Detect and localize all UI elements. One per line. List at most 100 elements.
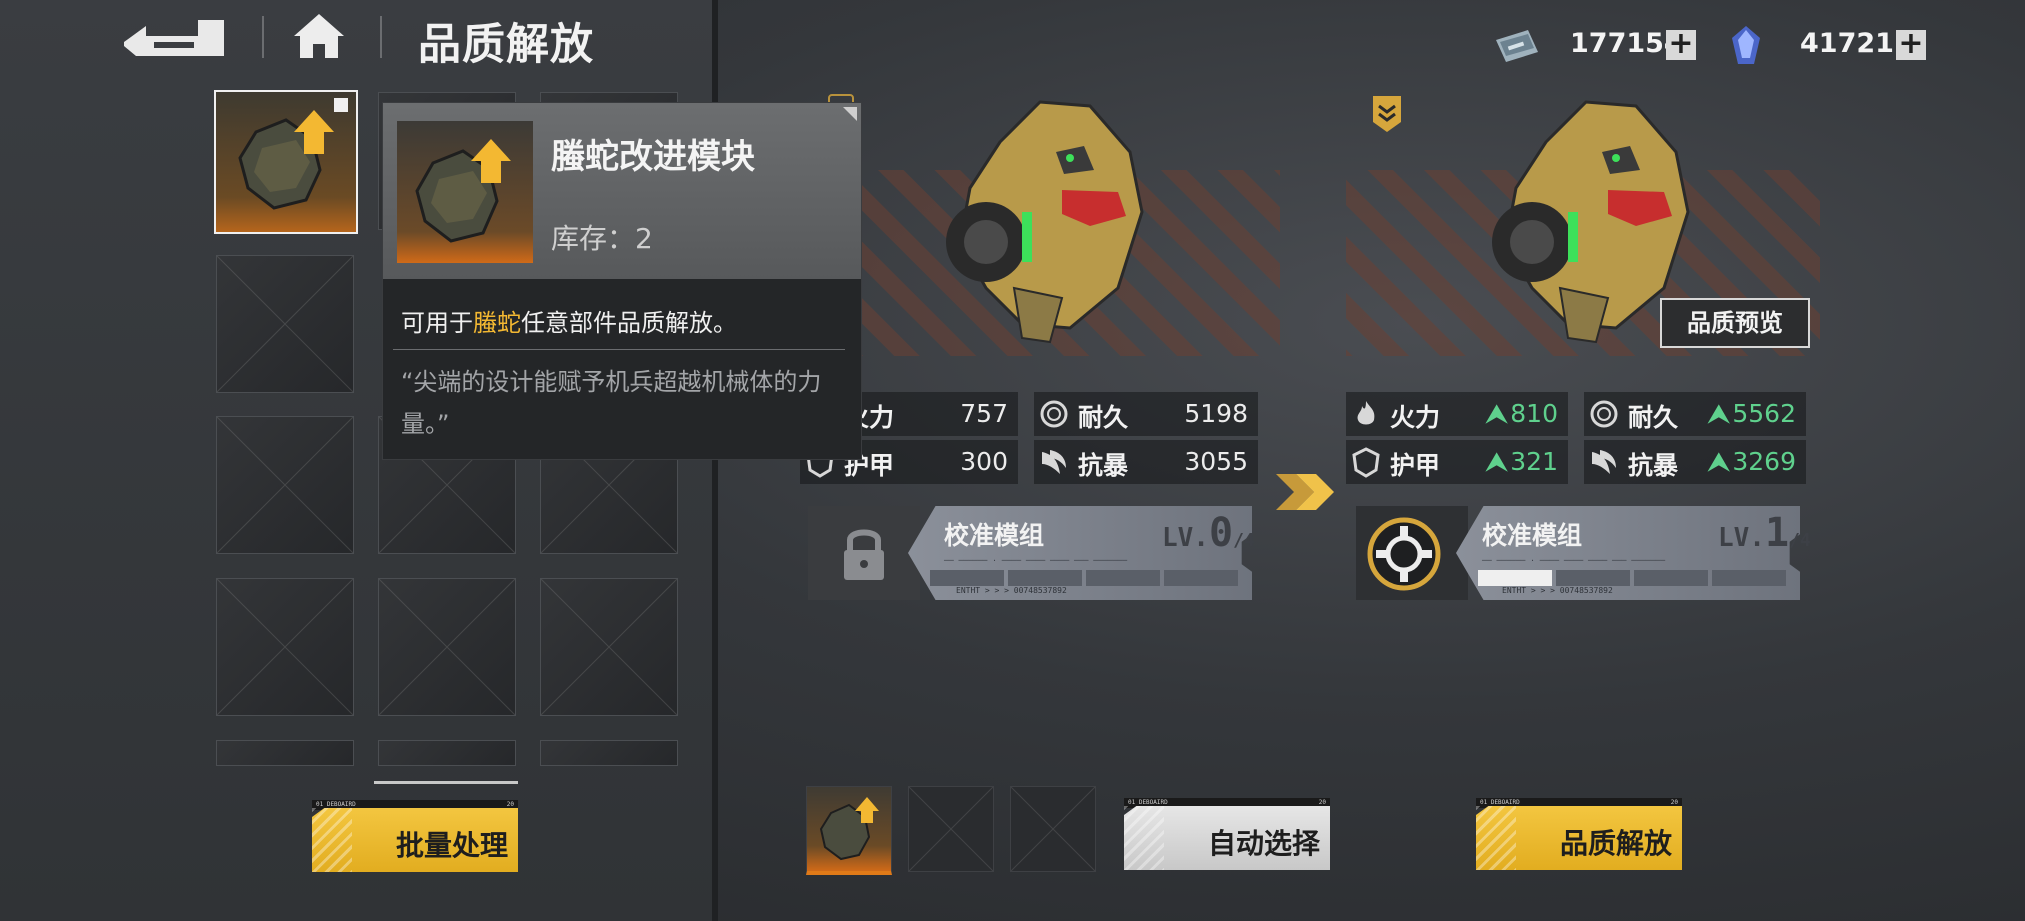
stat-armor-next: 护甲 ⮝ 321 [1346, 440, 1568, 484]
calibration-module-current[interactable]: 校准模组 LV.0/4 ── ────── · ──── ──── ──── ─… [808, 506, 1255, 600]
material-slot-filled[interactable] [806, 786, 892, 875]
stat-label: 护甲 [1390, 451, 1441, 480]
firepower-icon [1357, 401, 1375, 425]
inventory-slot-partial[interactable] [540, 740, 678, 766]
increase-arrow-icon: ⮝ [1486, 399, 1508, 428]
calib-segment [1164, 570, 1238, 586]
calib-segment [1008, 570, 1082, 586]
add-credit-button[interactable]: + [1666, 29, 1696, 60]
durability-icon [1590, 400, 1618, 428]
tooltip-description: 可用于螣蛇任意部件品质解放。 [401, 309, 737, 337]
quality-release-button[interactable]: 01 DEBOAIRD 20 品质解放 [1476, 798, 1682, 870]
home-icon [294, 14, 344, 58]
stat-crit-resist-next: 抗暴 ⮝ 3269 [1584, 440, 1806, 484]
calib-code: ENTHT > > > 00748537892 [1502, 586, 1613, 595]
crit-resist-icon [1042, 450, 1066, 474]
stat-value: 5198 [1184, 399, 1248, 428]
tooltip-divider [393, 349, 845, 350]
stat-durability-current: 耐久 5198 [1034, 392, 1258, 436]
inventory-slot-empty[interactable] [216, 255, 354, 393]
calib-code: ENTHT > > > 00748537892 [956, 586, 1067, 595]
calib-icon-box [1356, 506, 1468, 600]
home-button[interactable] [292, 12, 346, 62]
header-separator [262, 16, 264, 58]
crit-resist-icon [1592, 450, 1616, 474]
calib-segment [1086, 570, 1160, 586]
header-separator [380, 16, 382, 58]
calib-segment [1712, 570, 1786, 586]
button-label: 批量处理 [395, 829, 508, 862]
calib-title: 校准模组 [944, 521, 1045, 550]
inventory-slot-selected[interactable] [214, 90, 358, 234]
button-label: 品质解放 [1559, 827, 1672, 860]
auto-select-button[interactable]: 01 DEBOAIRD 20 自动选择 [1124, 798, 1330, 870]
tooltip-item-name: 螣蛇改进模块 [551, 137, 755, 177]
credit-card-icon [1494, 26, 1538, 66]
durability-icon [1040, 400, 1068, 428]
upgrade-module-icon [415, 139, 511, 243]
increase-arrow-icon: ⮝ [1708, 447, 1730, 476]
armor-icon [1352, 447, 1380, 478]
back-button[interactable] [124, 16, 230, 58]
crystal-amount: 41721 [1800, 28, 1894, 59]
stat-value: 810 [1510, 399, 1558, 428]
batch-process-button[interactable]: 01 DEBOAIRD 20 批量处理 [312, 800, 518, 872]
stat-crit-resist-current: 抗暴 3055 [1034, 440, 1258, 484]
calibration-target-icon [1367, 517, 1441, 591]
back-arrow-icon [124, 20, 224, 56]
calib-fine-print: ── ────── · ──── ──── ──── ─── ─────── [1482, 556, 1666, 565]
inventory-slot-empty[interactable] [540, 578, 678, 716]
credit-amount: 177154 [1570, 28, 1683, 59]
material-slot-empty[interactable] [1010, 786, 1096, 872]
calib-segment [1556, 570, 1630, 586]
increase-arrow-icon: ⮝ [1708, 399, 1730, 428]
stat-label: 抗暴 [1078, 451, 1129, 480]
increase-arrow-icon: ⮝ [1486, 447, 1508, 476]
calib-icon-box [808, 506, 920, 600]
mech-current-preview [800, 92, 1280, 382]
stat-label: 抗暴 [1628, 451, 1679, 480]
upgrade-module-icon [819, 797, 879, 861]
stat-label: 耐久 [1628, 403, 1679, 432]
stat-value: 5562 [1732, 399, 1796, 428]
rank-badge-icon [1370, 94, 1404, 134]
material-slot-empty[interactable] [908, 786, 994, 872]
inventory-slot-empty[interactable] [378, 578, 516, 716]
inventory-slot-partial[interactable] [378, 740, 516, 766]
tooltip-corner-icon [837, 103, 861, 127]
calib-segment [930, 570, 1004, 586]
stat-value: 757 [960, 399, 1008, 428]
add-crystal-button[interactable]: + [1896, 29, 1926, 60]
stat-value: 3055 [1184, 447, 1248, 476]
scrollbar[interactable] [374, 781, 518, 784]
stat-firepower-next: 火力 ⮝ 810 [1346, 392, 1568, 436]
button-label: 自动选择 [1207, 827, 1320, 860]
stat-value: 300 [960, 447, 1008, 476]
quality-preview-button[interactable]: 品质预览 [1660, 298, 1810, 348]
stat-label: 火力 [1390, 403, 1441, 432]
inventory-slot-empty[interactable] [216, 416, 354, 554]
tooltip-item-image [397, 121, 533, 263]
tooltip-flavor-text: “尖端的设计能赋予机兵超越机械体的力量。” [401, 368, 822, 438]
calib-segment-filled [1478, 570, 1552, 586]
tooltip-item-stock: 库存：2 [551, 222, 653, 255]
button-hatch [1476, 806, 1516, 870]
calibration-module-next[interactable]: 校准模组 LV.1/4 ── ────── · ──── ──── ──── ─… [1356, 506, 1811, 600]
calib-level: LV.1/4 [1718, 510, 1811, 556]
crystal-icon [1728, 24, 1770, 64]
item-tooltip: 螣蛇改进模块 库存：2 可用于螣蛇任意部件品质解放。 “尖端的设计能赋予机兵超越… [382, 102, 862, 460]
stat-label: 耐久 [1078, 403, 1129, 432]
upgrade-arrow-icon [1276, 470, 1336, 514]
calib-segment [1634, 570, 1708, 586]
stat-value: 3269 [1732, 447, 1796, 476]
lock-icon [844, 529, 884, 580]
inventory-slot-empty[interactable] [216, 578, 354, 716]
stat-value: 321 [1510, 447, 1558, 476]
upgrade-module-icon [238, 98, 348, 210]
inventory-slot-partial[interactable] [216, 740, 354, 766]
calib-fine-print: ── ────── · ──── ──── ──── ─── ─────── [944, 556, 1128, 565]
calib-title: 校准模组 [1482, 521, 1583, 550]
calib-level: LV.0/4 [1162, 510, 1255, 556]
page-title: 品质解放 [418, 20, 594, 70]
stat-durability-next: 耐久 ⮝ 5562 [1584, 392, 1806, 436]
